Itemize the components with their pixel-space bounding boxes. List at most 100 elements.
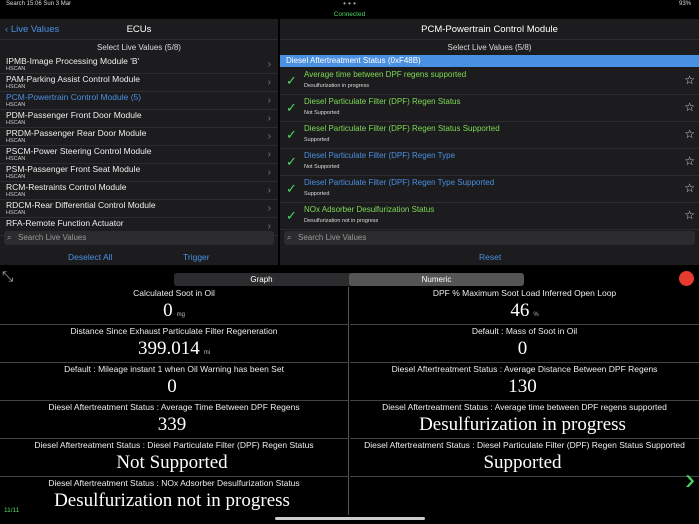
chevron-right-icon: › xyxy=(267,149,271,160)
pid-item[interactable]: ✓ Diesel Particulate Filter (DPF) Regen T… xyxy=(280,176,699,203)
value-reading: 339 xyxy=(0,414,348,436)
ecu-name: PRDM-Passenger Rear Door Module xyxy=(6,128,147,138)
value-reading: Supported xyxy=(350,452,699,474)
value-number: 0 xyxy=(167,376,177,397)
chevron-right-icon[interactable]: › xyxy=(685,463,695,497)
star-icon[interactable]: ☆ xyxy=(684,154,695,168)
pid-name: Diesel Particulate Filter (DPF) Regen St… xyxy=(304,97,461,106)
ecu-item[interactable]: PRDM-Passenger Rear Door Module HSCAN › xyxy=(0,128,278,146)
ecu-bus: HSCAN xyxy=(6,102,26,108)
pid-pane-title: PCM-Powertrain Control Module xyxy=(421,24,558,35)
value-cell: Default : Mass of Soot in Oil 0 xyxy=(350,325,699,363)
value-unit: mi xyxy=(203,350,211,356)
value-number: 0 xyxy=(517,338,528,359)
star-icon[interactable]: ☆ xyxy=(684,100,695,114)
ecu-item[interactable]: PAM-Parking Assist Control Module HSCAN › xyxy=(0,74,278,92)
selection-panes: ‹ Live Values ECUs Select Live Values (5… xyxy=(0,19,699,265)
ecu-item[interactable]: PDM-Passenger Front Door Module HSCAN › xyxy=(0,110,278,128)
star-icon[interactable]: ☆ xyxy=(684,208,695,222)
ecu-name: IPMB-Image Processing Module 'B' xyxy=(6,56,140,66)
star-icon[interactable]: ☆ xyxy=(684,127,695,141)
multitask-dots[interactable]: • • • xyxy=(0,0,699,8)
checkmark-icon: ✓ xyxy=(286,208,297,223)
value-label: Diesel Aftertreatment Status : Average t… xyxy=(382,402,667,412)
pid-item[interactable]: ✓ NOx Adsorber Desulfurization Status Desu… xyxy=(280,203,699,230)
ecu-item[interactable]: IPMB-Image Processing Module 'B' HSCAN › xyxy=(0,56,278,74)
value-number: Desulfurization not in progress xyxy=(54,490,290,511)
value-number: 46 xyxy=(510,300,530,321)
ecu-item-selected[interactable]: PCM-Powertrain Control Module (5) HSCAN › xyxy=(0,92,278,110)
ecu-bus: HSCAN xyxy=(6,174,26,180)
value-number: 399.014 xyxy=(137,338,200,359)
reset-button[interactable]: Reset xyxy=(479,252,501,262)
ecu-pane: ‹ Live Values ECUs Select Live Values (5… xyxy=(0,19,278,265)
ecu-item[interactable]: PSM-Passenger Front Seat Module HSCAN › xyxy=(0,164,278,182)
pid-pane: PCM-Powertrain Control Module Select Liv… xyxy=(280,19,699,265)
pid-button-row: Reset xyxy=(280,249,699,265)
pid-search-input[interactable]: ⌕ Search Live Values xyxy=(284,231,695,245)
value-reading: Not Supported xyxy=(0,452,348,474)
value-reading: Desulfurization in progress xyxy=(350,414,699,436)
pid-item[interactable]: ✓ Diesel Particulate Filter (DPF) Regen S… xyxy=(280,122,699,149)
pid-name: Average time between DPF regens supporte… xyxy=(304,70,467,79)
ecu-name: RCM-Restraints Control Module xyxy=(6,182,127,192)
ecu-item[interactable]: RDCM-Rear Differential Control Module HSC… xyxy=(0,200,278,218)
checkmark-icon: ✓ xyxy=(286,154,297,169)
deselect-all-button[interactable]: Deselect All xyxy=(68,252,112,262)
trigger-button[interactable]: Trigger xyxy=(183,252,210,262)
value-cell: Diesel Aftertreatment Status : Average D… xyxy=(350,363,699,401)
value-label: DPF % Maximum Soot Load Inferred Open Lo… xyxy=(432,288,617,298)
ecu-pane-subtitle: Select Live Values (5/8) xyxy=(97,43,181,52)
ecu-name: PAM-Parking Assist Control Module xyxy=(6,74,141,84)
value-number: 339 xyxy=(157,414,187,435)
value-cell: Diesel Aftertreatment Status : Average T… xyxy=(0,401,349,439)
pid-value: Desulfurization in progress xyxy=(304,83,370,89)
ecu-bus: HSCAN xyxy=(6,192,26,198)
home-indicator[interactable] xyxy=(275,517,425,520)
pid-item[interactable]: ✓ Diesel Particulate Filter (DPF) Regen S… xyxy=(280,95,699,122)
value-reading: 0 xyxy=(0,376,348,398)
value-number: Not Supported xyxy=(116,452,228,473)
pid-name: Diesel Particulate Filter (DPF) Regen Ty… xyxy=(304,151,456,160)
tab-numeric[interactable]: Numeric xyxy=(349,273,524,286)
chevron-right-icon: › xyxy=(267,131,271,142)
pid-list[interactable]: ✓ Average time between DPF regens support… xyxy=(280,68,699,230)
value-unit: % xyxy=(533,312,539,318)
value-unit: mg xyxy=(176,312,185,318)
record-button[interactable] xyxy=(679,271,694,286)
pid-item[interactable]: ✓ Average time between DPF regens support… xyxy=(280,68,699,95)
ecu-search-input[interactable]: ⌕ Search Live Values xyxy=(4,231,274,245)
pid-section-header: Diesel Aftertreatment Status (0xF48B) xyxy=(280,55,699,67)
page-indicator: 11/11 xyxy=(4,507,20,514)
chevron-right-icon: › xyxy=(267,59,271,70)
value-cell: Diesel Aftertreatment Status : Diesel Pa… xyxy=(0,439,349,477)
pid-name: Diesel Particulate Filter (DPF) Regen Ty… xyxy=(304,178,495,187)
value-cell: Distance Since Exhaust Particulate Filte… xyxy=(0,325,349,363)
checkmark-icon: ✓ xyxy=(286,73,297,88)
ecu-item[interactable]: RCM-Restraints Control Module HSCAN › xyxy=(0,182,278,200)
ecu-pane-title: ECUs xyxy=(126,24,152,35)
ecu-bus: HSCAN xyxy=(6,210,26,216)
ecu-bus: HSCAN xyxy=(6,84,26,90)
value-label: Default : Mileage instant 1 when Oil War… xyxy=(64,364,284,374)
expand-icon[interactable]: ⤡ xyxy=(2,268,13,285)
pid-item[interactable]: ✓ Diesel Particulate Filter (DPF) Regen T… xyxy=(280,149,699,176)
value-label: Calculated Soot in Oil xyxy=(133,288,215,298)
value-label: Distance Since Exhaust Particulate Filte… xyxy=(70,326,278,336)
connection-status: Connected xyxy=(333,11,366,18)
value-reading: 399.014 mi xyxy=(0,338,348,360)
pid-name: NOx Adsorber Desulfurization Status xyxy=(304,205,435,214)
star-icon[interactable]: ☆ xyxy=(684,73,695,87)
ecu-list[interactable]: IPMB-Image Processing Module 'B' HSCAN › P… xyxy=(0,56,278,249)
chevron-right-icon: › xyxy=(267,203,271,214)
value-label: Diesel Aftertreatment Status : Average T… xyxy=(48,402,300,412)
view-mode-segmented-control[interactable]: Graph Numeric xyxy=(174,273,524,286)
tab-graph[interactable]: Graph xyxy=(174,273,349,286)
value-number: 130 xyxy=(508,376,537,397)
value-number: 0 xyxy=(163,300,173,321)
ecu-bus: HSCAN xyxy=(6,138,26,144)
chevron-right-icon: › xyxy=(267,95,271,106)
ecu-item[interactable]: PSCM-Power Steering Control Module HSCAN › xyxy=(0,146,278,164)
ecu-search-placeholder: Search Live Values xyxy=(18,233,87,242)
star-icon[interactable]: ☆ xyxy=(684,181,695,195)
